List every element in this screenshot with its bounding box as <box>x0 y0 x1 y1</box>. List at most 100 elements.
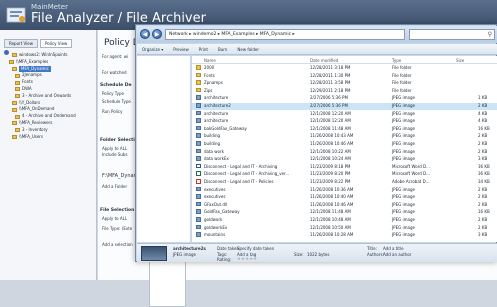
file-row[interactable]: goldwork 12/1/2008 10:48 AM JPEG image 2 KB <box>192 217 497 224</box>
file-type: JPEG image <box>392 133 415 139</box>
tree-item[interactable]: MFA_Dynamic <box>3 65 95 73</box>
jpeg-file-icon <box>196 194 201 199</box>
file-row[interactable]: Zpnamps 12/28/2011 3:58 PM File folder <box>192 80 497 87</box>
tree-item[interactable]: windows2: WinInSpoints <box>3 52 95 59</box>
folder-icon <box>15 128 20 133</box>
tree-item[interactable]: \\MFA_Users <box>3 134 95 141</box>
tree-item[interactable]: 2Jenamps <box>3 72 95 79</box>
title-value[interactable]: Add a title <box>383 246 404 251</box>
authors-value[interactable]: Add an author <box>383 252 411 257</box>
file-size: 3 KB <box>478 232 488 238</box>
organize-button[interactable]: Organize ▾ <box>142 47 163 52</box>
file-row[interactable]: 2000 12/28/2011 3:18 PM File folder <box>192 65 497 72</box>
file-row[interactable]: architecture 2/27/2006 5:36 PM JPEG image 1… <box>192 95 497 102</box>
add-selection-link[interactable]: Add a selection <box>102 242 133 247</box>
file-date: 12/1/2008 11:48 AM <box>310 209 351 215</box>
print-button[interactable]: Print <box>199 47 208 52</box>
col-type[interactable]: Type <box>392 58 401 63</box>
rating-label: Rating: <box>217 257 232 262</box>
file-row[interactable]: executives 11/26/2008 10:36 AM JPEG image 2… <box>192 186 497 194</box>
file-row[interactable]: Disconnect - Legal and IT - Policies 11/2… <box>192 179 497 186</box>
file-row[interactable]: goldworkEx 12/1/2008 10:50 AM JPEG image 2 … <box>192 224 497 232</box>
file-row[interactable]: GFaxOut.dll 11/26/2008 10:46 AM JPEG image… <box>192 201 497 209</box>
size-label: Size: <box>294 252 304 257</box>
file-thumbnail <box>141 246 167 261</box>
tab-policy-view[interactable]: Policy View <box>40 39 73 48</box>
file-row[interactable]: bakGoldFax_Gateway 12/1/2008 11:48 AM JPEG… <box>192 125 497 133</box>
file-row[interactable]: Fonts 12/28/2011 1:30 PM File folder <box>192 72 497 80</box>
file-row[interactable]: executives 11/26/2008 10:40 AM JPEG image 2… <box>192 194 497 201</box>
file-date: 12/28/2011 1:30 PM <box>310 72 351 78</box>
address-path[interactable]: Network ▸ windemo2 ▸ MFA_Examples ▸ MFA_… <box>165 29 405 40</box>
include-subfolders-checkbox[interactable]: Include Subs <box>102 152 128 157</box>
folder-icon <box>9 60 14 65</box>
file-row[interactable]: GoldFax_Gateway 12/1/2008 11:48 AM JPEG im… <box>192 209 497 216</box>
tree-item[interactable]: 4 - Archive and Ondemand <box>3 113 95 120</box>
tree-item[interactable]: \\Y_Dollars <box>3 100 95 107</box>
file-size: 2 KB <box>478 103 488 108</box>
file-date: 12/1/2008 10:22 AM <box>310 148 351 154</box>
file-size: 1 KB <box>478 95 488 101</box>
left-pane: Report View Policy View windows2: WinInS… <box>0 30 97 280</box>
apply-all-files-checkbox[interactable]: Apply to ALL <box>102 216 127 221</box>
date-taken-value[interactable]: Specify date taken <box>237 246 274 251</box>
file-row[interactable]: data workEx 12/1/2008 10:24 AM JPEG image 3… <box>192 156 497 163</box>
file-type-label: File Type: (Exte <box>102 226 133 231</box>
new-folder-button[interactable]: New folder <box>237 47 259 52</box>
folder-icon <box>12 53 17 58</box>
tree-item[interactable]: 3 - Inventory <box>3 127 95 134</box>
tree-item[interactable]: \\MFA_Reviewers <box>3 120 95 127</box>
tree-item-label: 3 - Archive and Onwards <box>22 92 72 98</box>
file-type: JPEG image <box>392 156 415 162</box>
jpeg-file-icon <box>196 209 201 214</box>
col-date[interactable]: Date modified <box>310 58 338 63</box>
folder-icon <box>196 65 201 70</box>
file-row[interactable]: building 11/26/2008 10:46 AM JPEG image 2 K… <box>192 141 497 148</box>
back-button[interactable]: ◀ <box>140 29 150 39</box>
size-value: 1022 bytes <box>307 252 330 257</box>
file-explorer-window: ◀ ▶ Network ▸ windemo2 ▸ MFA_Examples ▸ … <box>135 24 497 262</box>
tree-item[interactable]: \\MFA_OnDemand <box>3 106 95 113</box>
tree-item-label: 2Jenamps <box>22 72 42 78</box>
tree-item[interactable]: 3 - Archive and Onwards <box>3 93 95 100</box>
tree-item-label: windows2: WinInSpoints <box>19 52 68 57</box>
file-row[interactable]: building 11/26/2008 10:43 AM JPEG image 2 K… <box>192 133 497 140</box>
add-folder-link[interactable]: Add a Folder <box>102 184 127 189</box>
tree-item-label: \\MFA_Users <box>19 133 44 139</box>
pdf-file-icon <box>196 179 201 184</box>
tree-item[interactable]: \\MFA_Examples <box>3 59 95 66</box>
tree-item-label: MFA_Dynamic <box>19 65 51 73</box>
tab-report-view[interactable]: Report View <box>4 39 39 48</box>
tree-item[interactable]: DWA <box>3 86 95 93</box>
file-row[interactable]: Zips 12/29/2011 2:18 PM File folder <box>192 87 497 95</box>
folder-icon <box>15 80 20 85</box>
file-row[interactable]: Disconnect - Legal and IT - Archiving_ve… <box>192 171 497 178</box>
file-type: JPEG image <box>392 217 415 222</box>
file-row[interactable]: mountains 11/26/2008 10:28 AM JPEG image 3 … <box>192 232 497 239</box>
file-type: JPEG image <box>392 103 415 108</box>
file-row[interactable]: architecture2 2/27/2006 5:36 PM JPEG image… <box>192 103 497 110</box>
file-row[interactable]: architecture 12/1/2008 12:20 AM JPEG image… <box>192 110 497 118</box>
folder-icon <box>196 80 201 85</box>
forward-button[interactable]: ▶ <box>152 29 162 39</box>
file-row[interactable]: data work 12/1/2008 10:22 AM JPEG image 2 K… <box>192 148 497 156</box>
app-logo-icon <box>6 7 26 23</box>
apply-all-folders-checkbox[interactable]: Apply to ALL <box>102 146 127 151</box>
app-brand: MainMeter <box>31 3 68 11</box>
file-row[interactable]: Disconnect - Legal and IT - Archiving 11/… <box>192 163 497 171</box>
burn-button[interactable]: Burn <box>218 47 227 52</box>
explorer-nav-tree[interactable] <box>137 56 191 242</box>
file-date: 12/28/2011 3:18 PM <box>310 65 351 70</box>
col-name[interactable]: Name <box>204 58 216 63</box>
details-pane: architecture2s JPEG image Date taken: Sp… <box>137 243 497 262</box>
preview-button[interactable]: Preview <box>173 47 189 52</box>
file-row[interactable]: architecture 12/1/2008 12:20 AM JPEG image… <box>192 118 497 125</box>
rating-stars-icon[interactable]: ★★★★★ <box>237 257 257 262</box>
file-name: mountains <box>204 232 226 238</box>
file-date: 12/1/2008 11:48 AM <box>310 125 351 131</box>
tree-item[interactable]: Fonts <box>3 79 95 86</box>
col-size[interactable]: Size <box>456 58 464 63</box>
file-name: Disconnect - Legal and IT - Archiving_ve… <box>204 171 290 177</box>
jpeg-file-icon <box>196 156 201 161</box>
search-input[interactable]: ⚲ <box>409 29 495 40</box>
